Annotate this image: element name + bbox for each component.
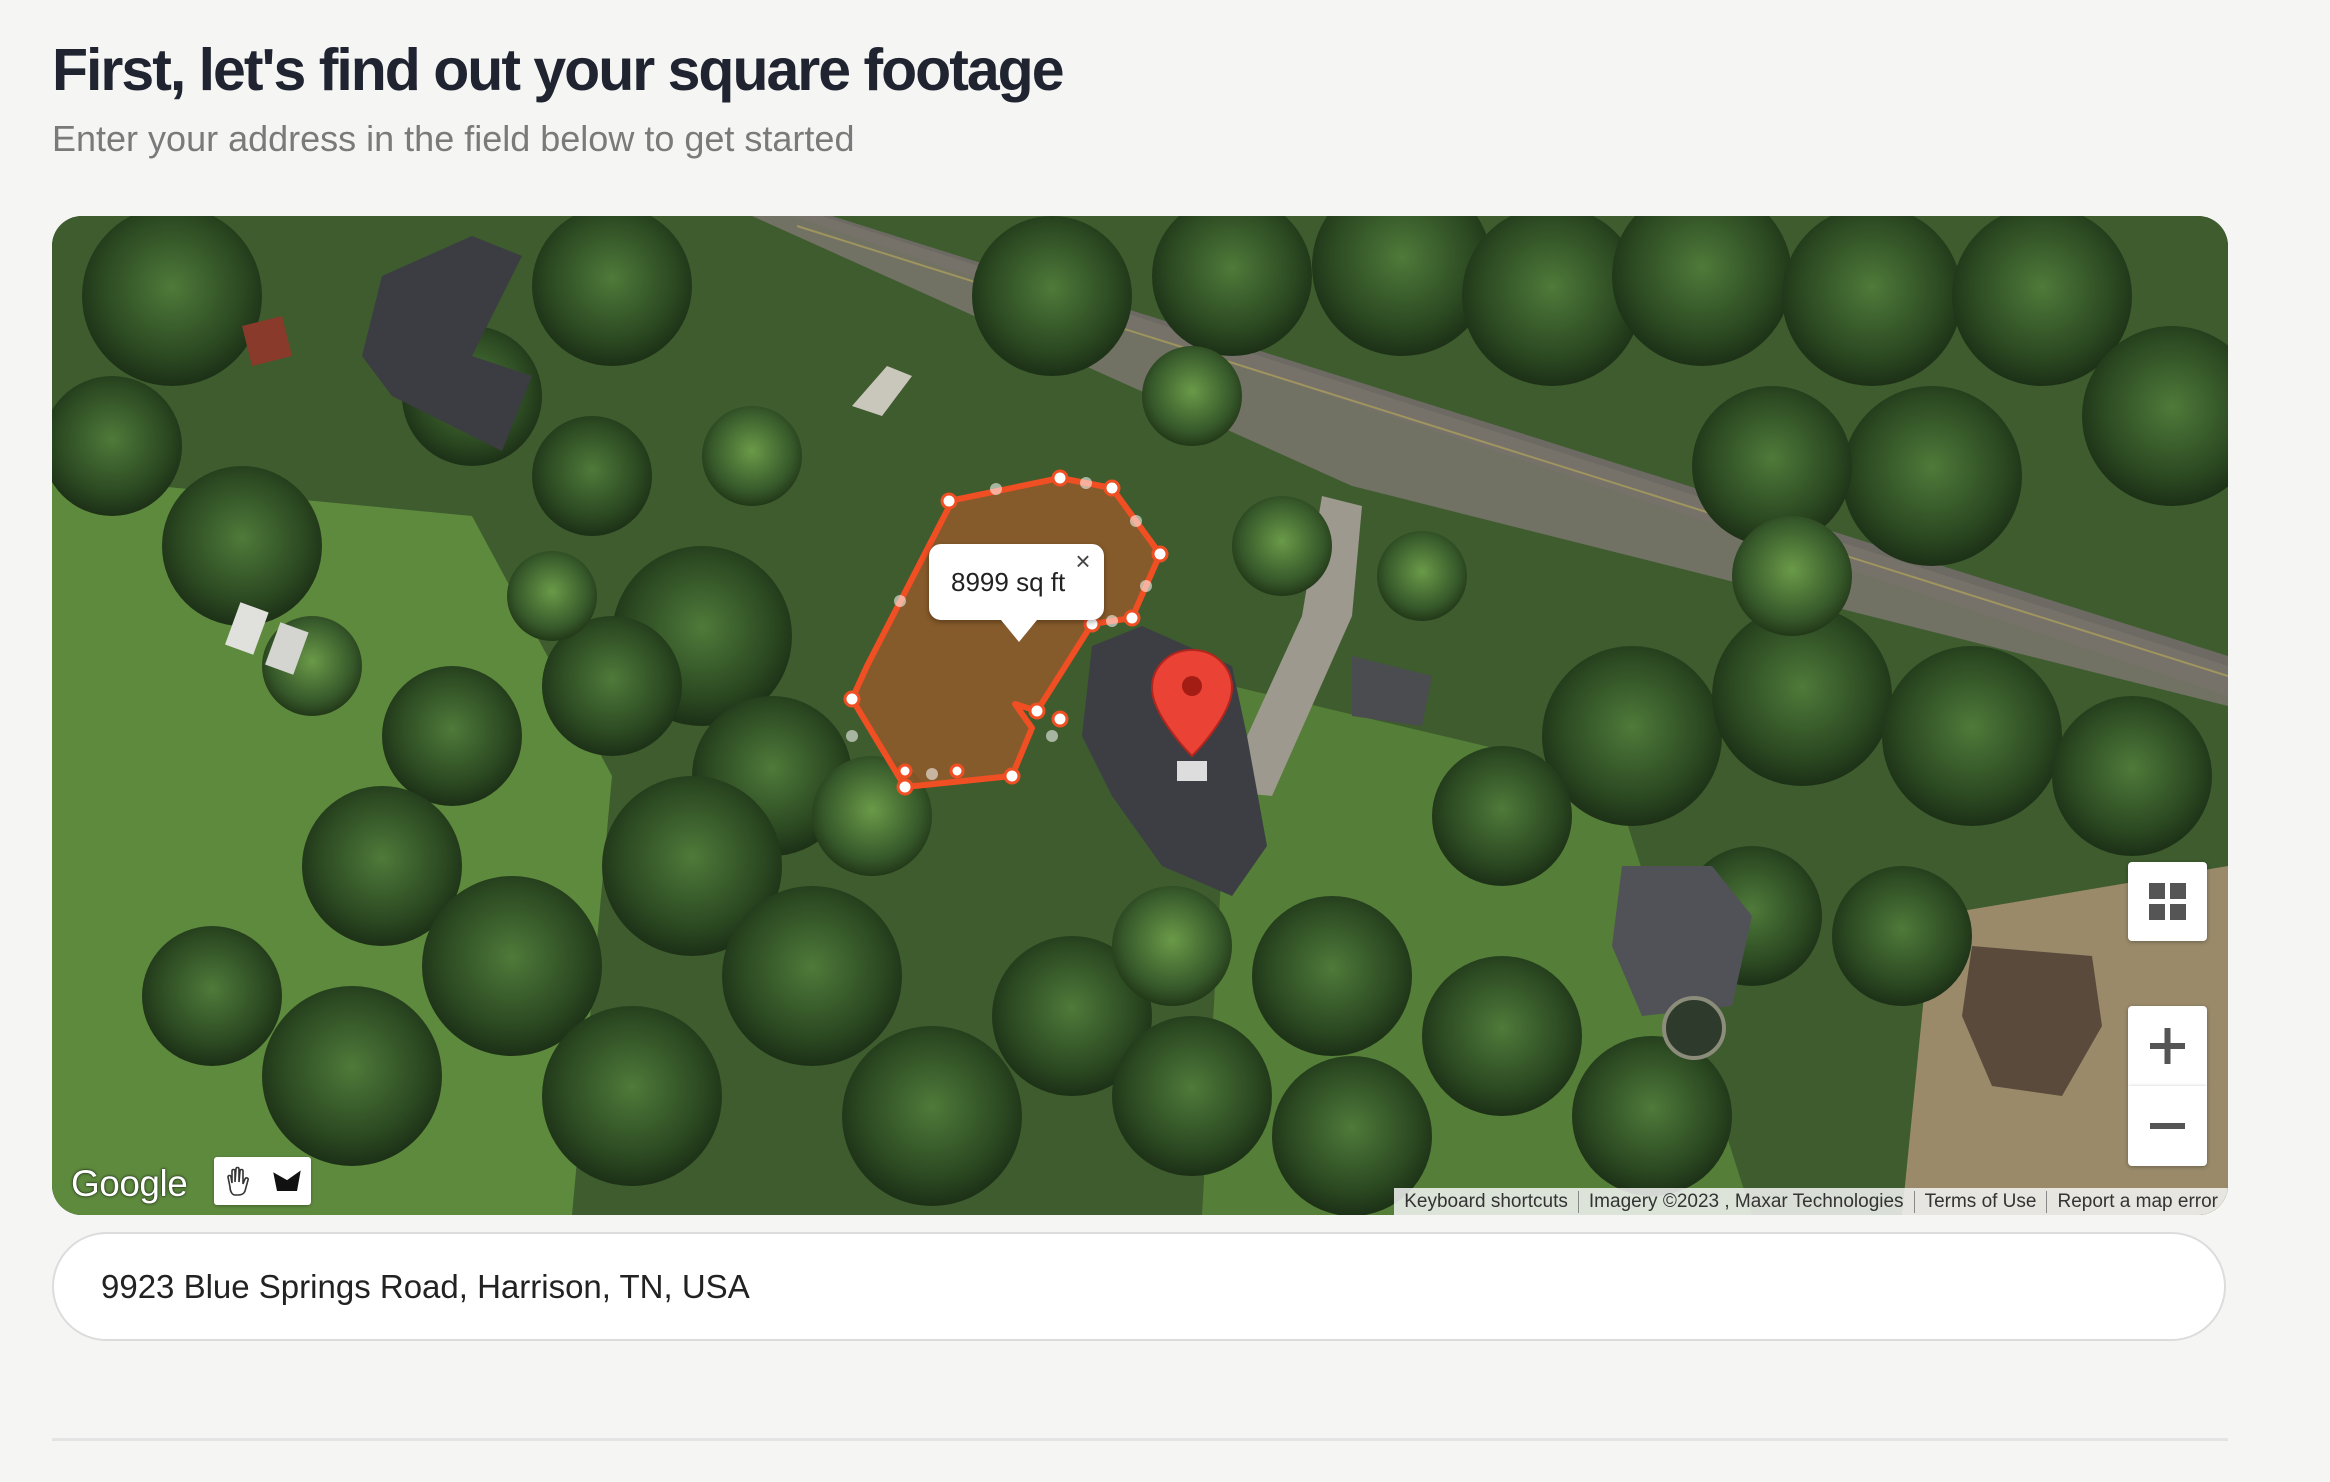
draw-shape-icon [272,1168,302,1191]
map-type-button[interactable] [2128,862,2207,941]
area-label: 8999 sq ft [951,567,1066,597]
grid-icon [2149,883,2186,920]
satellite-imagery [52,216,2228,1215]
area-info-window: 8999 sq ft × [929,544,1104,642]
drawing-toolbar [214,1157,311,1205]
report-map-error-link[interactable]: Report a map error [2046,1190,2228,1213]
close-icon[interactable]: × [1068,546,1098,576]
satellite-map[interactable]: 8999 sq ft × Google Keyboard shortcuts I… [52,216,2228,1215]
section-divider [52,1438,2228,1441]
draw-shape-button[interactable] [263,1157,311,1205]
page-subtitle: Enter your address in the field below to… [52,118,855,159]
imagery-credit: Imagery ©2023 , Maxar Technologies [1577,1190,1914,1213]
hand-tool-button[interactable] [214,1157,262,1205]
google-logo: Google [71,1163,188,1204]
terms-of-use-link[interactable]: Terms of Use [1913,1190,2047,1213]
zoom-out-button[interactable] [2128,1086,2207,1166]
minus-icon [2150,1123,2185,1129]
plus-icon [2150,1028,2185,1064]
hand-icon [227,1166,249,1196]
page-title: First, let's find out your square footag… [52,37,1065,103]
map-attribution: Keyboard shortcuts Imagery ©2023 , Maxar… [1394,1188,2228,1215]
address-input[interactable] [52,1232,2226,1341]
keyboard-shortcuts-link[interactable]: Keyboard shortcuts [1394,1191,1578,1213]
zoom-in-button[interactable] [2128,1006,2207,1086]
